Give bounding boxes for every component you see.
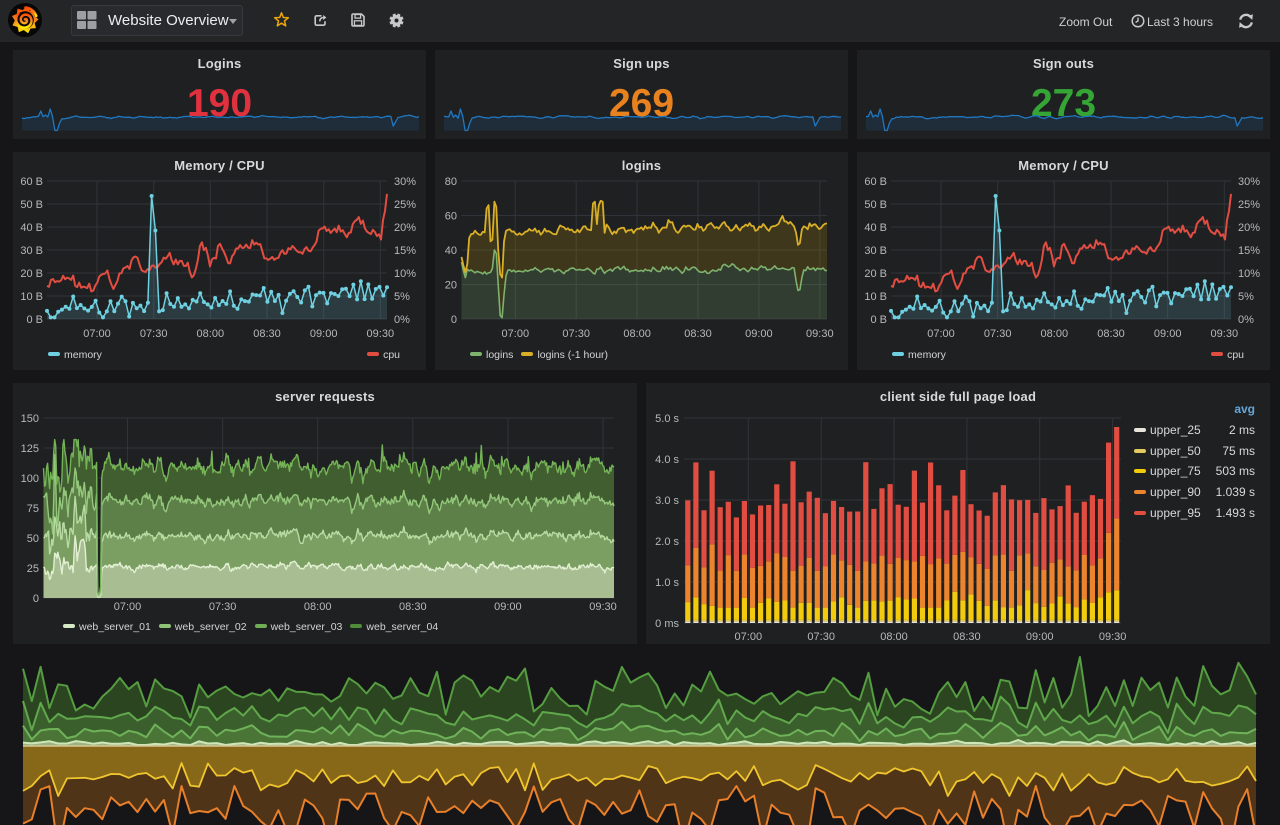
svg-text:5%: 5% (394, 291, 410, 303)
svg-text:30 B: 30 B (20, 245, 43, 257)
svg-text:20: 20 (445, 280, 457, 292)
svg-text:09:00: 09:00 (745, 328, 773, 340)
svg-text:30 B: 30 B (864, 245, 887, 257)
svg-text:07:00: 07:00 (114, 601, 142, 613)
svg-text:07:30: 07:30 (984, 328, 1012, 340)
svg-text:09:30: 09:30 (589, 601, 617, 613)
svg-text:10 B: 10 B (20, 291, 43, 303)
svg-text:0%: 0% (1238, 314, 1254, 326)
svg-text:07:30: 07:30 (807, 631, 835, 643)
svg-text:08:00: 08:00 (1041, 328, 1069, 340)
svg-text:60: 60 (445, 211, 457, 223)
svg-text:0: 0 (451, 314, 457, 326)
svg-text:20 B: 20 B (864, 268, 887, 280)
svg-text:09:00: 09:00 (494, 601, 522, 613)
svg-text:09:00: 09:00 (1154, 328, 1182, 340)
svg-text:15%: 15% (1238, 245, 1260, 257)
svg-text:5%: 5% (1238, 291, 1254, 303)
svg-text:08:30: 08:30 (253, 328, 281, 340)
svg-text:3.0 s: 3.0 s (655, 495, 679, 507)
svg-text:0%: 0% (394, 314, 410, 326)
svg-text:08:30: 08:30 (1097, 328, 1125, 340)
svg-text:09:00: 09:00 (1026, 631, 1054, 643)
svg-text:0 ms: 0 ms (655, 618, 679, 630)
svg-text:10%: 10% (1238, 268, 1260, 280)
svg-text:40: 40 (445, 245, 457, 257)
svg-text:07:00: 07:00 (735, 631, 763, 643)
svg-text:20%: 20% (394, 222, 416, 234)
svg-text:0 B: 0 B (26, 314, 43, 326)
svg-text:50 B: 50 B (20, 199, 43, 211)
svg-text:50 B: 50 B (864, 199, 887, 211)
svg-text:0 B: 0 B (870, 314, 887, 326)
svg-text:10%: 10% (394, 268, 416, 280)
svg-text:25: 25 (27, 563, 39, 575)
svg-text:20 B: 20 B (20, 268, 43, 280)
svg-text:2.0 s: 2.0 s (655, 536, 679, 548)
svg-text:4.0 s: 4.0 s (655, 454, 679, 466)
svg-text:75: 75 (27, 503, 39, 515)
svg-text:07:30: 07:30 (209, 601, 237, 613)
svg-text:60 B: 60 B (864, 176, 887, 188)
svg-text:5.0 s: 5.0 s (655, 413, 679, 425)
svg-text:09:30: 09:30 (367, 328, 395, 340)
svg-text:10 B: 10 B (864, 291, 887, 303)
svg-text:08:00: 08:00 (197, 328, 225, 340)
svg-text:08:30: 08:30 (399, 601, 427, 613)
svg-text:07:30: 07:30 (140, 328, 168, 340)
svg-text:25%: 25% (1238, 199, 1260, 211)
svg-text:07:30: 07:30 (562, 328, 590, 340)
svg-text:50: 50 (27, 533, 39, 545)
svg-text:08:00: 08:00 (880, 631, 908, 643)
svg-text:25%: 25% (394, 199, 416, 211)
svg-text:07:00: 07:00 (83, 328, 111, 340)
svg-text:30%: 30% (1238, 176, 1260, 188)
svg-text:08:30: 08:30 (953, 631, 981, 643)
svg-text:08:00: 08:00 (304, 601, 332, 613)
svg-text:07:00: 07:00 (927, 328, 955, 340)
svg-text:15%: 15% (394, 245, 416, 257)
svg-text:08:00: 08:00 (623, 328, 651, 340)
svg-text:100: 100 (21, 473, 39, 485)
svg-text:60 B: 60 B (20, 176, 43, 188)
svg-text:1.0 s: 1.0 s (655, 577, 679, 589)
svg-text:125: 125 (21, 443, 39, 455)
svg-text:40 B: 40 B (864, 222, 887, 234)
svg-text:09:30: 09:30 (806, 328, 834, 340)
svg-text:09:30: 09:30 (1211, 328, 1239, 340)
svg-text:09:30: 09:30 (1099, 631, 1127, 643)
svg-text:09:00: 09:00 (310, 328, 338, 340)
svg-text:0: 0 (33, 593, 39, 605)
svg-text:150: 150 (21, 413, 39, 425)
svg-text:08:30: 08:30 (684, 328, 712, 340)
svg-text:30%: 30% (394, 176, 416, 188)
svg-text:20%: 20% (1238, 222, 1260, 234)
svg-text:80: 80 (445, 176, 457, 188)
svg-text:07:00: 07:00 (502, 328, 530, 340)
svg-text:40 B: 40 B (20, 222, 43, 234)
